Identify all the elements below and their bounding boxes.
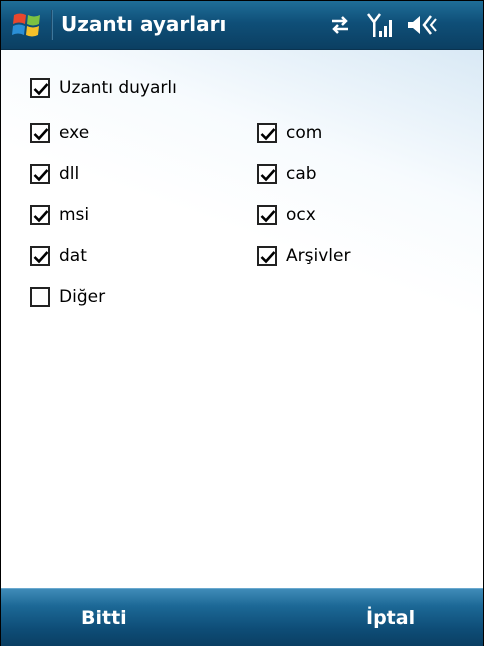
signal-strength-icon[interactable] [365,11,395,41]
checkmark-icon [33,169,49,182]
com-label: com [286,123,323,143]
extension-option-dat[interactable]: dat [30,243,87,269]
sync-arrows-icon[interactable] [326,11,354,39]
checkmark-icon [260,210,276,223]
extension-option-cab[interactable]: cab [257,161,317,187]
checkmark-icon [33,210,49,223]
dll-label: dll [59,164,80,184]
msi-checkbox[interactable] [30,205,50,225]
title-separator [51,10,53,40]
msi-label: msi [59,205,90,225]
checkmark-icon [260,251,276,264]
cab-checkbox[interactable] [257,164,277,184]
exe-checkbox[interactable] [30,123,50,143]
done-softkey[interactable]: Bitti [81,607,127,629]
checkmark-icon [33,128,49,141]
com-checkbox[interactable] [257,123,277,143]
settings-content: Uzantı duyarlı exe dll msi dat Diğer com… [1,50,483,588]
ocx-checkbox[interactable] [257,205,277,225]
other-checkbox[interactable] [30,287,50,307]
extension-option-exe[interactable]: exe [30,120,89,146]
softkey-bar: Bitti İptal [1,588,483,646]
extension-option-com[interactable]: com [257,120,322,146]
archives-checkbox[interactable] [257,246,277,266]
extension-option-archives[interactable]: Arşivler [257,243,350,269]
cancel-softkey[interactable]: İptal [366,607,415,629]
extension-option-ocx[interactable]: ocx [257,202,316,228]
volume-icon[interactable] [405,11,439,39]
window-title: Uzantı ayarları [61,12,227,36]
extension-option-dll[interactable]: dll [30,161,79,187]
title-bar: Uzantı ayarları [1,1,483,50]
cab-label: cab [286,164,317,184]
other-label: Diğer [59,287,106,307]
extension-sensitive-checkbox[interactable] [30,78,50,98]
exe-label: exe [59,123,90,143]
dll-checkbox[interactable] [30,164,50,184]
checkmark-icon [260,169,276,182]
archives-label: Arşivler [286,246,351,266]
extension-sensitive-label: Uzantı duyarlı [59,78,177,98]
checkmark-icon [33,83,49,96]
extension-sensitive-option[interactable]: Uzantı duyarlı [30,75,177,101]
dat-checkbox[interactable] [30,246,50,266]
dat-label: dat [59,246,87,266]
windows-start-icon[interactable] [11,9,43,41]
checkmark-icon [260,128,276,141]
extension-option-other[interactable]: Diğer [30,284,105,310]
ocx-label: ocx [286,205,316,225]
checkmark-icon [33,251,49,264]
extension-option-msi[interactable]: msi [30,202,89,228]
